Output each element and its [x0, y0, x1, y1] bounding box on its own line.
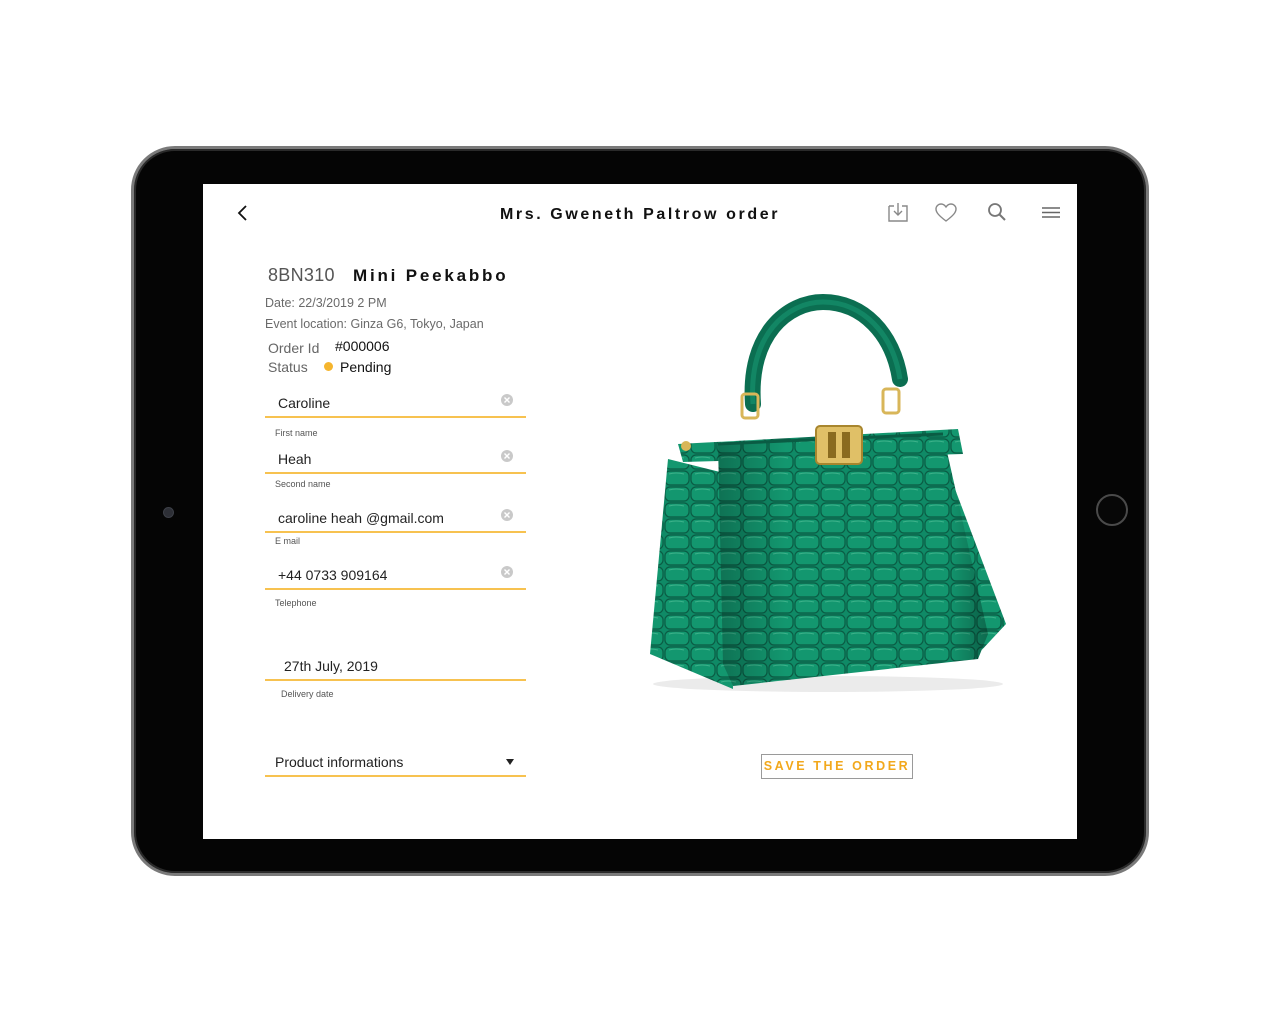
- telephone-field[interactable]: +44 0733 909164: [265, 563, 526, 590]
- heart-icon[interactable]: [933, 200, 959, 226]
- download-icon[interactable]: [885, 200, 911, 226]
- clear-icon[interactable]: [500, 508, 514, 522]
- second-name-field[interactable]: Heah: [265, 447, 526, 474]
- order-id-label: Order Id: [268, 340, 320, 356]
- product-code: 8BN310: [268, 265, 335, 285]
- menu-icon[interactable]: [1038, 200, 1064, 226]
- clear-icon[interactable]: [500, 565, 514, 579]
- product-image: [650, 294, 1006, 692]
- camera-icon: [163, 507, 174, 518]
- email-field[interactable]: caroline heah @gmail.com: [265, 506, 526, 533]
- first-name-label: First name: [275, 428, 318, 438]
- order-id-value: #000006: [335, 338, 390, 354]
- telephone-value: +44 0733 909164: [278, 567, 388, 583]
- event-location: Event location: Ginza G6, Tokyo, Japan: [265, 317, 484, 331]
- product-info-dropdown[interactable]: Product informations: [265, 751, 526, 777]
- email-label: E mail: [275, 536, 301, 546]
- email-value: caroline heah @gmail.com: [278, 510, 444, 526]
- app-screen: Mrs. Gweneth Paltrow order 8BN310 Mini P…: [203, 184, 1077, 839]
- first-name-field[interactable]: Caroline: [265, 391, 526, 418]
- second-name-value: Heah: [278, 451, 312, 467]
- save-order-button[interactable]: SAVE THE ORDER: [761, 754, 913, 779]
- delivery-date-label: Delivery date: [281, 689, 334, 699]
- order-date: Date: 22/3/2019 2 PM: [265, 296, 387, 310]
- product-info-label: Product informations: [275, 754, 404, 770]
- clear-icon[interactable]: [500, 449, 514, 463]
- status-dot-icon: [324, 362, 333, 371]
- product-name: Mini Peekabbo: [353, 266, 509, 285]
- delivery-date-value: 27th July, 2019: [284, 658, 378, 674]
- second-name-label: Second name: [275, 479, 331, 489]
- clear-icon[interactable]: [500, 393, 514, 407]
- search-icon[interactable]: [984, 200, 1010, 226]
- delivery-date-field[interactable]: 27th July, 2019: [265, 654, 526, 681]
- first-name-value: Caroline: [278, 395, 331, 411]
- telephone-label: Telephone: [275, 598, 317, 608]
- caret-down-icon: [506, 759, 514, 765]
- home-button[interactable]: [1096, 494, 1128, 526]
- status-badge: Pending: [340, 359, 392, 375]
- status-label: Status: [268, 359, 308, 375]
